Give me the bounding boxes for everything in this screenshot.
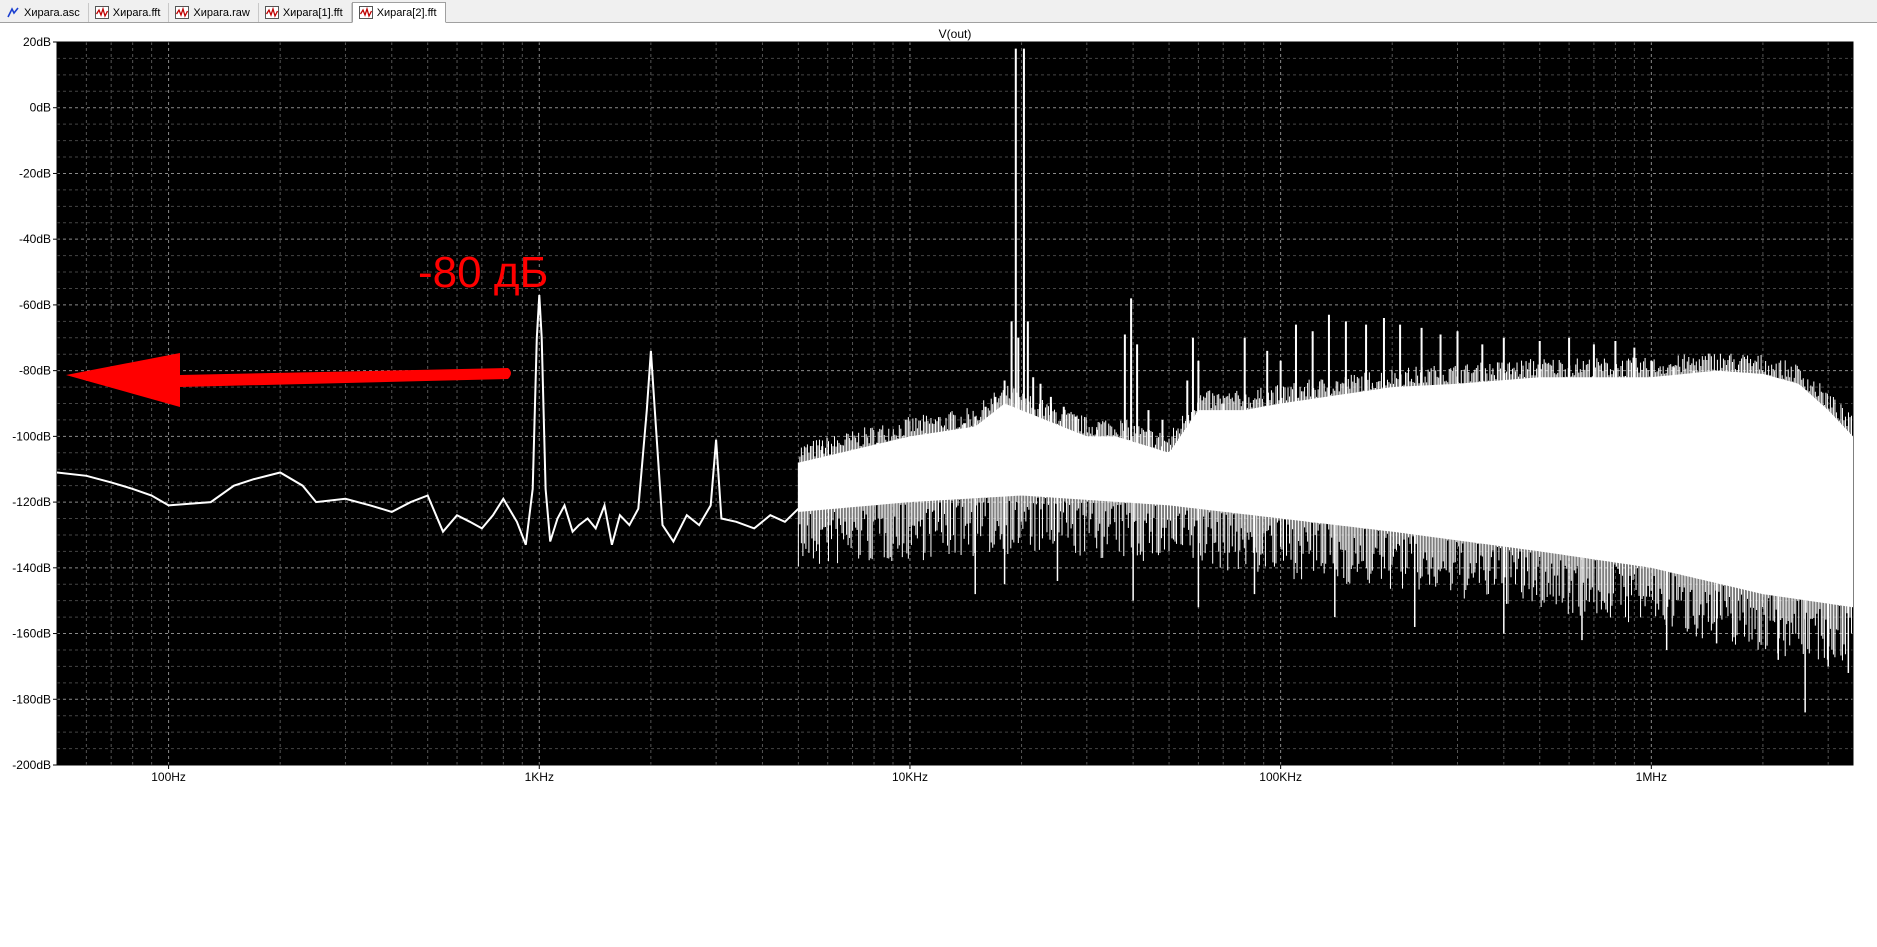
tab-label: Хирага.asc	[24, 6, 80, 19]
y-tick-label: -40dB	[19, 232, 51, 246]
fft-plot[interactable]: 20dB 0dB -20dB -40dB -60dB -80dB -100dB -120dB -…	[0, 23, 1877, 942]
y-tick-label: -140dB	[12, 561, 51, 575]
y-tick-label: 20dB	[23, 35, 51, 49]
y-tick-label: -180dB	[12, 692, 51, 706]
x-tick-label: 1KHz	[525, 770, 554, 784]
tab-0[interactable]: Хирага.asc	[0, 3, 89, 22]
tab-label: Хирага.raw	[193, 6, 250, 19]
tab-label: Хирага[2].fft	[376, 6, 437, 19]
x-tick-label: 100KHz	[1259, 770, 1302, 784]
x-tick-label: 10KHz	[892, 770, 928, 784]
y-tick-label: -20dB	[19, 166, 51, 180]
waveform-icon	[358, 6, 373, 19]
y-tick-label: -80dB	[19, 364, 51, 378]
y-tick-label: -60dB	[19, 298, 51, 312]
tab-1[interactable]: Хирага.fft	[88, 3, 170, 22]
right-strip	[1853, 23, 1877, 942]
y-tick-label: -120dB	[12, 495, 51, 509]
annotation-label: -80 дБ	[418, 248, 548, 297]
schematic-icon	[6, 6, 20, 19]
tab-3[interactable]: Хирага[1].fft	[258, 3, 352, 22]
tab-label: Хирага.fft	[112, 6, 161, 19]
tab-4[interactable]: Хирага[2].fft	[351, 2, 446, 23]
waveform-viewer[interactable]: 20dB 0dB -20dB -40dB -60dB -80dB -100dB -120dB -…	[0, 23, 1877, 942]
y-tick-label: -160dB	[12, 627, 51, 641]
x-axis-strip	[0, 765, 1877, 942]
y-tick-label: 0dB	[30, 101, 51, 115]
x-tick-label: 1MHz	[1636, 770, 1667, 784]
y-tick-label: -100dB	[12, 429, 51, 443]
document-tab-bar: Хирага.asc Хирага.fft Хирага.raw Хирага[1].…	[0, 0, 1877, 23]
waveform-icon	[94, 6, 109, 19]
x-tick-label: 100Hz	[151, 770, 186, 784]
tab-label: Хирага[1].fft	[282, 6, 343, 19]
tab-2[interactable]: Хирага.raw	[169, 3, 259, 22]
y-tick-label: -200dB	[12, 758, 51, 772]
waveform-icon	[264, 6, 279, 19]
trace-title: V(out)	[939, 27, 972, 41]
waveform-icon	[175, 6, 190, 19]
